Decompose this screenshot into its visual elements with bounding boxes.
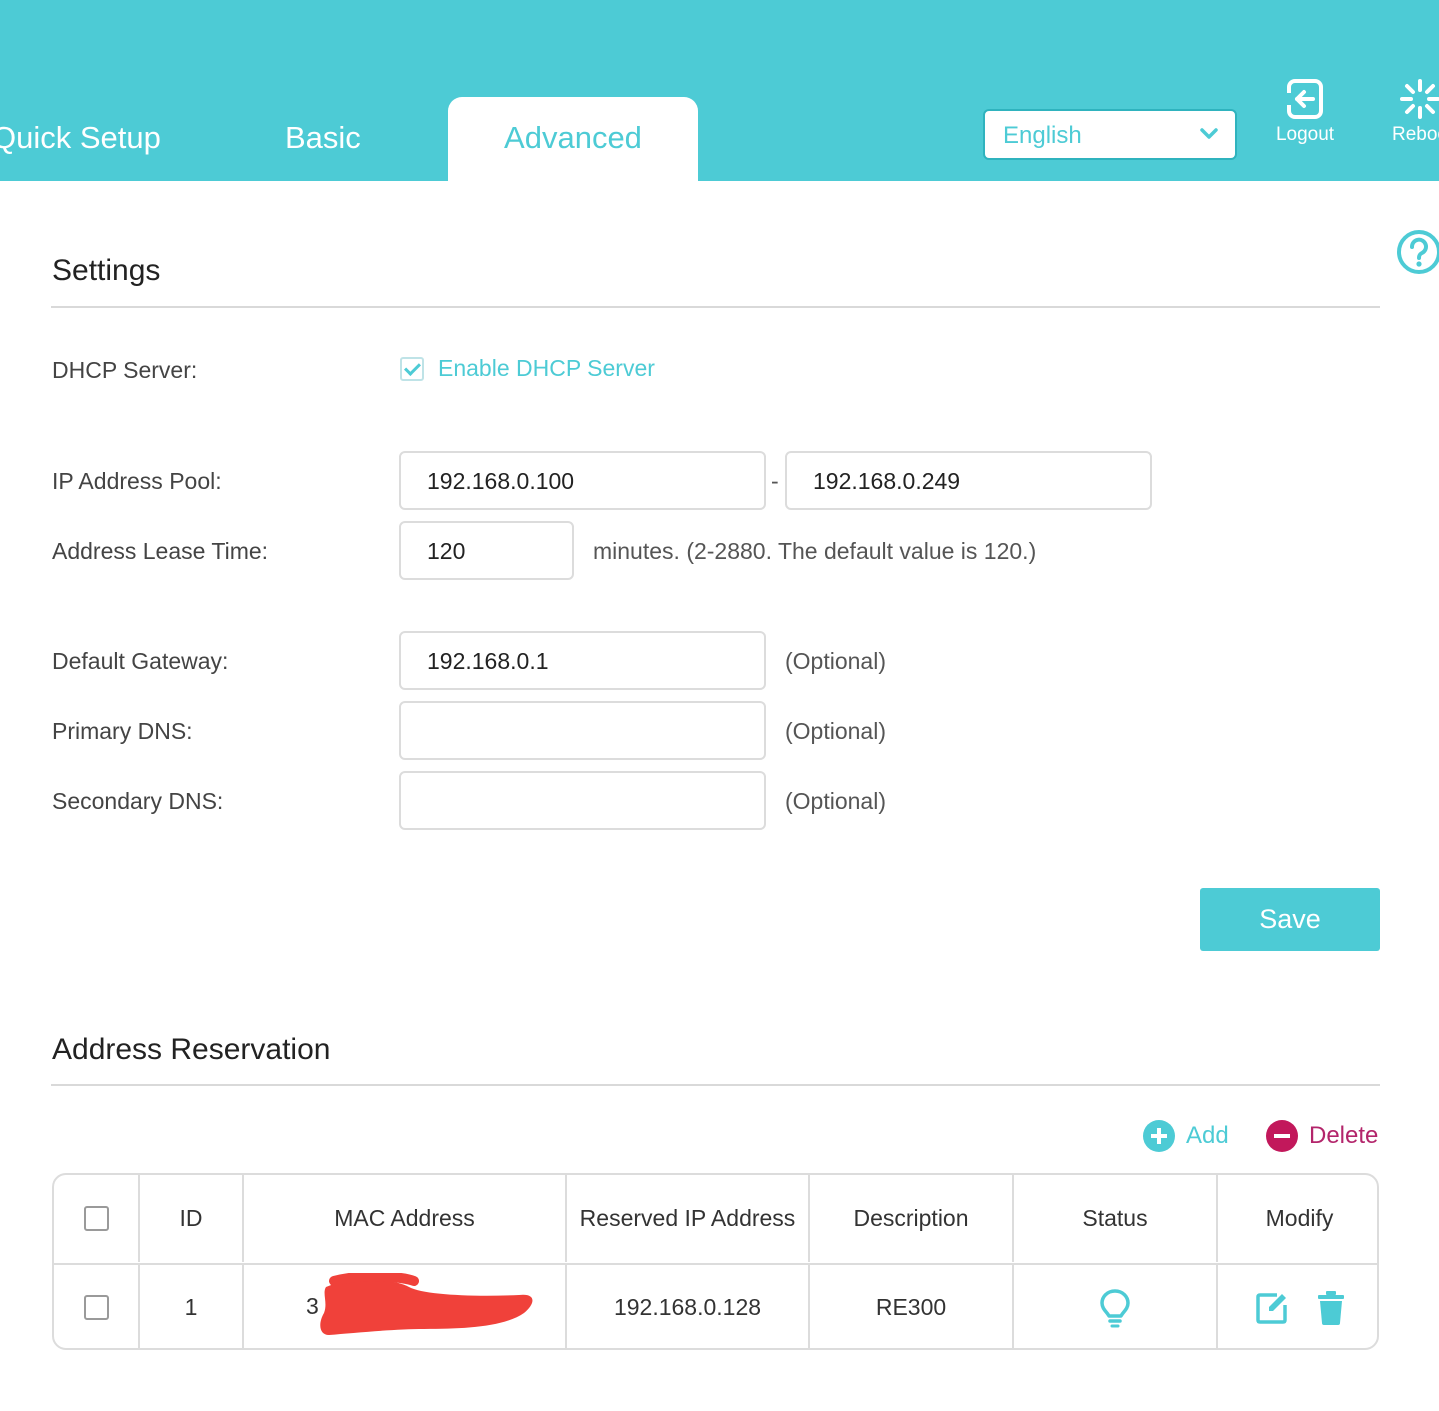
bulb-icon[interactable] <box>1098 1288 1132 1328</box>
minus-circle-icon <box>1266 1120 1298 1152</box>
table-row: 1 3 192.168.0.128 RE300 <box>54 1263 1377 1348</box>
enable-dhcp-label[interactable]: Enable DHCP Server <box>438 355 655 382</box>
top-header: Quick Setup Basic Advanced English Logou… <box>0 0 1439 183</box>
header-status: Status <box>1012 1175 1216 1262</box>
row-modify-cell <box>1216 1265 1377 1348</box>
add-button[interactable]: Add <box>1143 1120 1229 1152</box>
language-select[interactable]: English <box>983 109 1237 160</box>
default-gateway-hint: (Optional) <box>785 648 886 674</box>
row-select-cell <box>54 1265 138 1348</box>
trash-icon[interactable] <box>1317 1290 1345 1325</box>
select-all-checkbox[interactable] <box>83 1206 109 1231</box>
settings-divider <box>51 306 1380 308</box>
row-status-cell <box>1012 1265 1216 1348</box>
lease-time-label: Address Lease Time: <box>52 538 269 564</box>
add-label: Add <box>1186 1122 1229 1149</box>
settings-title: Settings <box>52 254 161 287</box>
chevron-down-icon <box>1200 128 1218 139</box>
reservation-divider <box>51 1084 1380 1086</box>
ip-pool-start-input[interactable]: 192.168.0.100 <box>399 451 766 510</box>
save-button[interactable]: Save <box>1200 888 1380 951</box>
redaction-scribble <box>320 1273 533 1335</box>
tab-advanced[interactable]: Advanced <box>448 97 698 183</box>
row-mac-cell: 3 <box>242 1265 565 1348</box>
header-description: Description <box>808 1175 1012 1262</box>
secondary-dns-input[interactable] <box>399 771 766 830</box>
language-value: English <box>1003 122 1082 149</box>
primary-dns-input[interactable] <box>399 701 766 760</box>
row-checkbox[interactable] <box>83 1295 109 1320</box>
ip-pool-label: IP Address Pool: <box>52 468 222 494</box>
row-id: 1 <box>138 1265 242 1348</box>
tab-quick-setup[interactable]: Quick Setup <box>0 120 161 156</box>
delete-label: Delete <box>1309 1122 1379 1149</box>
tab-advanced-label: Advanced <box>504 120 642 155</box>
delete-button[interactable]: Delete <box>1266 1120 1378 1152</box>
ip-pool-separator: - <box>771 468 779 494</box>
logout-button[interactable]: Logout <box>1265 78 1345 146</box>
reboot-label: Reboo <box>1392 124 1439 145</box>
reservation-table: ID MAC Address Reserved IP Address Descr… <box>52 1173 1379 1350</box>
tab-basic[interactable]: Basic <box>285 120 361 156</box>
enable-dhcp-checkbox[interactable]: Enable DHCP Server <box>400 355 655 382</box>
help-icon[interactable] <box>1395 228 1439 276</box>
table-header-row: ID MAC Address Reserved IP Address Descr… <box>54 1175 1377 1262</box>
row-description: RE300 <box>808 1265 1012 1348</box>
default-gateway-input[interactable]: 192.168.0.1 <box>399 631 766 690</box>
header-mac-address: MAC Address <box>242 1175 565 1262</box>
primary-dns-label: Primary DNS: <box>52 718 193 744</box>
header-reserved-ip: Reserved IP Address <box>565 1175 808 1262</box>
header-select-cell <box>54 1175 138 1262</box>
row-reserved-ip: 192.168.0.128 <box>565 1265 808 1348</box>
lease-time-hint: minutes. (2-2880. The default value is 1… <box>593 538 1037 564</box>
lease-time-input[interactable]: 120 <box>399 521 574 580</box>
ip-pool-end-input[interactable]: 192.168.0.249 <box>785 451 1152 510</box>
header-modify: Modify <box>1216 1175 1377 1262</box>
address-reservation-title: Address Reservation <box>52 1033 331 1066</box>
header-id: ID <box>138 1175 242 1262</box>
default-gateway-label: Default Gateway: <box>52 648 229 674</box>
secondary-dns-hint: (Optional) <box>785 788 886 814</box>
plus-circle-icon <box>1143 1120 1175 1152</box>
reboot-button[interactable]: Reboo <box>1380 78 1439 146</box>
logout-icon <box>1285 79 1323 119</box>
primary-dns-hint: (Optional) <box>785 718 886 744</box>
edit-icon[interactable] <box>1255 1291 1289 1325</box>
checkbox-checked-icon[interactable] <box>400 356 424 381</box>
logout-label: Logout <box>1275 124 1335 145</box>
dhcp-server-label: DHCP Server: <box>52 357 198 383</box>
reboot-icon <box>1400 79 1439 119</box>
secondary-dns-label: Secondary DNS: <box>52 788 224 814</box>
